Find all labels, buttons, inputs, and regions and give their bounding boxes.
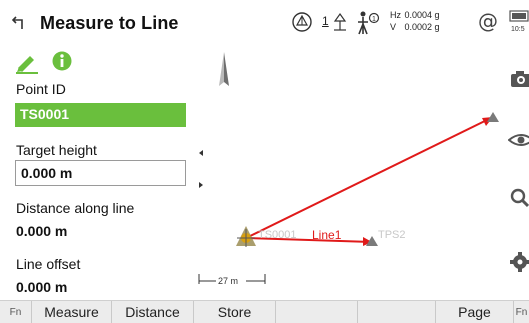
line-offset-value: 0.000 m	[16, 279, 68, 293]
station-point-icon[interactable]	[236, 226, 256, 247]
fn-key-left[interactable]: Fn	[0, 301, 32, 323]
left-panel: Point ID TS0001 Target height 0.000 m Di…	[0, 46, 192, 296]
back-arrow-icon[interactable]	[10, 12, 30, 32]
map-point-label-ts0001: TS0001	[258, 229, 297, 241]
at-icon[interactable]: @	[478, 9, 498, 33]
info-icon[interactable]	[52, 51, 72, 71]
target-height-icon[interactable]: 1	[322, 10, 350, 34]
function-key-bar: Fn Measure Distance Store Page Fn	[0, 300, 529, 323]
point-id-field[interactable]: TS0001	[15, 103, 186, 127]
header-bar: Measure to Line 1 1 Hz 0.0004 g V 0.0002…	[0, 0, 529, 46]
distance-button[interactable]: Distance	[112, 301, 194, 323]
north-arrow-icon	[219, 52, 229, 86]
empty-key-4[interactable]	[276, 301, 358, 323]
pen-icon[interactable]	[14, 50, 40, 74]
battery-icon[interactable]: 10:5	[508, 8, 529, 38]
page-button[interactable]: Page	[436, 301, 514, 323]
measure-button[interactable]: Measure	[32, 301, 112, 323]
hz-label: Hz	[390, 10, 401, 20]
gear-icon[interactable]	[508, 250, 529, 274]
store-button[interactable]: Store	[194, 301, 276, 323]
scale-text: 27 m	[218, 276, 239, 286]
fn-key-right[interactable]: Fn	[514, 301, 529, 323]
v-value: 0.0002 g	[404, 22, 440, 32]
search-icon[interactable]	[508, 186, 529, 210]
measure-line[interactable]	[245, 116, 494, 239]
expand-panel-arrow-icon[interactable]	[196, 180, 206, 190]
angle-readout: Hz 0.0004 g V 0.0002 g	[390, 9, 440, 33]
ppm-icon[interactable]: 1	[354, 10, 382, 36]
clock-time: 10:5	[511, 26, 525, 33]
v-label: V	[390, 22, 397, 32]
hz-value: 0.0004 g	[404, 10, 440, 20]
distance-along-line-label: Distance along line	[16, 200, 135, 216]
collapse-panel-arrow-icon[interactable]	[196, 148, 206, 158]
empty-key-5[interactable]	[358, 301, 436, 323]
target-point-icon[interactable]	[487, 112, 499, 122]
point-id-label: Point ID	[16, 81, 66, 97]
eye-icon[interactable]	[508, 128, 529, 152]
svg-text:1: 1	[372, 16, 376, 23]
prism-icon[interactable]	[290, 10, 314, 34]
map-point-label-tps2: TPS2	[378, 229, 406, 241]
camera-icon[interactable]	[508, 66, 529, 90]
map-view[interactable]: TS0001 Line1 TPS2	[206, 46, 500, 296]
line-offset-label: Line offset	[16, 256, 81, 272]
target-height-field[interactable]: 0.000 m	[15, 160, 186, 186]
map-line-label: Line1	[312, 228, 342, 242]
distance-along-line-value: 0.000 m	[16, 223, 68, 239]
target-height-label: Target height	[16, 142, 97, 158]
target-height-number: 1	[322, 14, 329, 28]
page-title: Measure to Line	[40, 13, 179, 33]
